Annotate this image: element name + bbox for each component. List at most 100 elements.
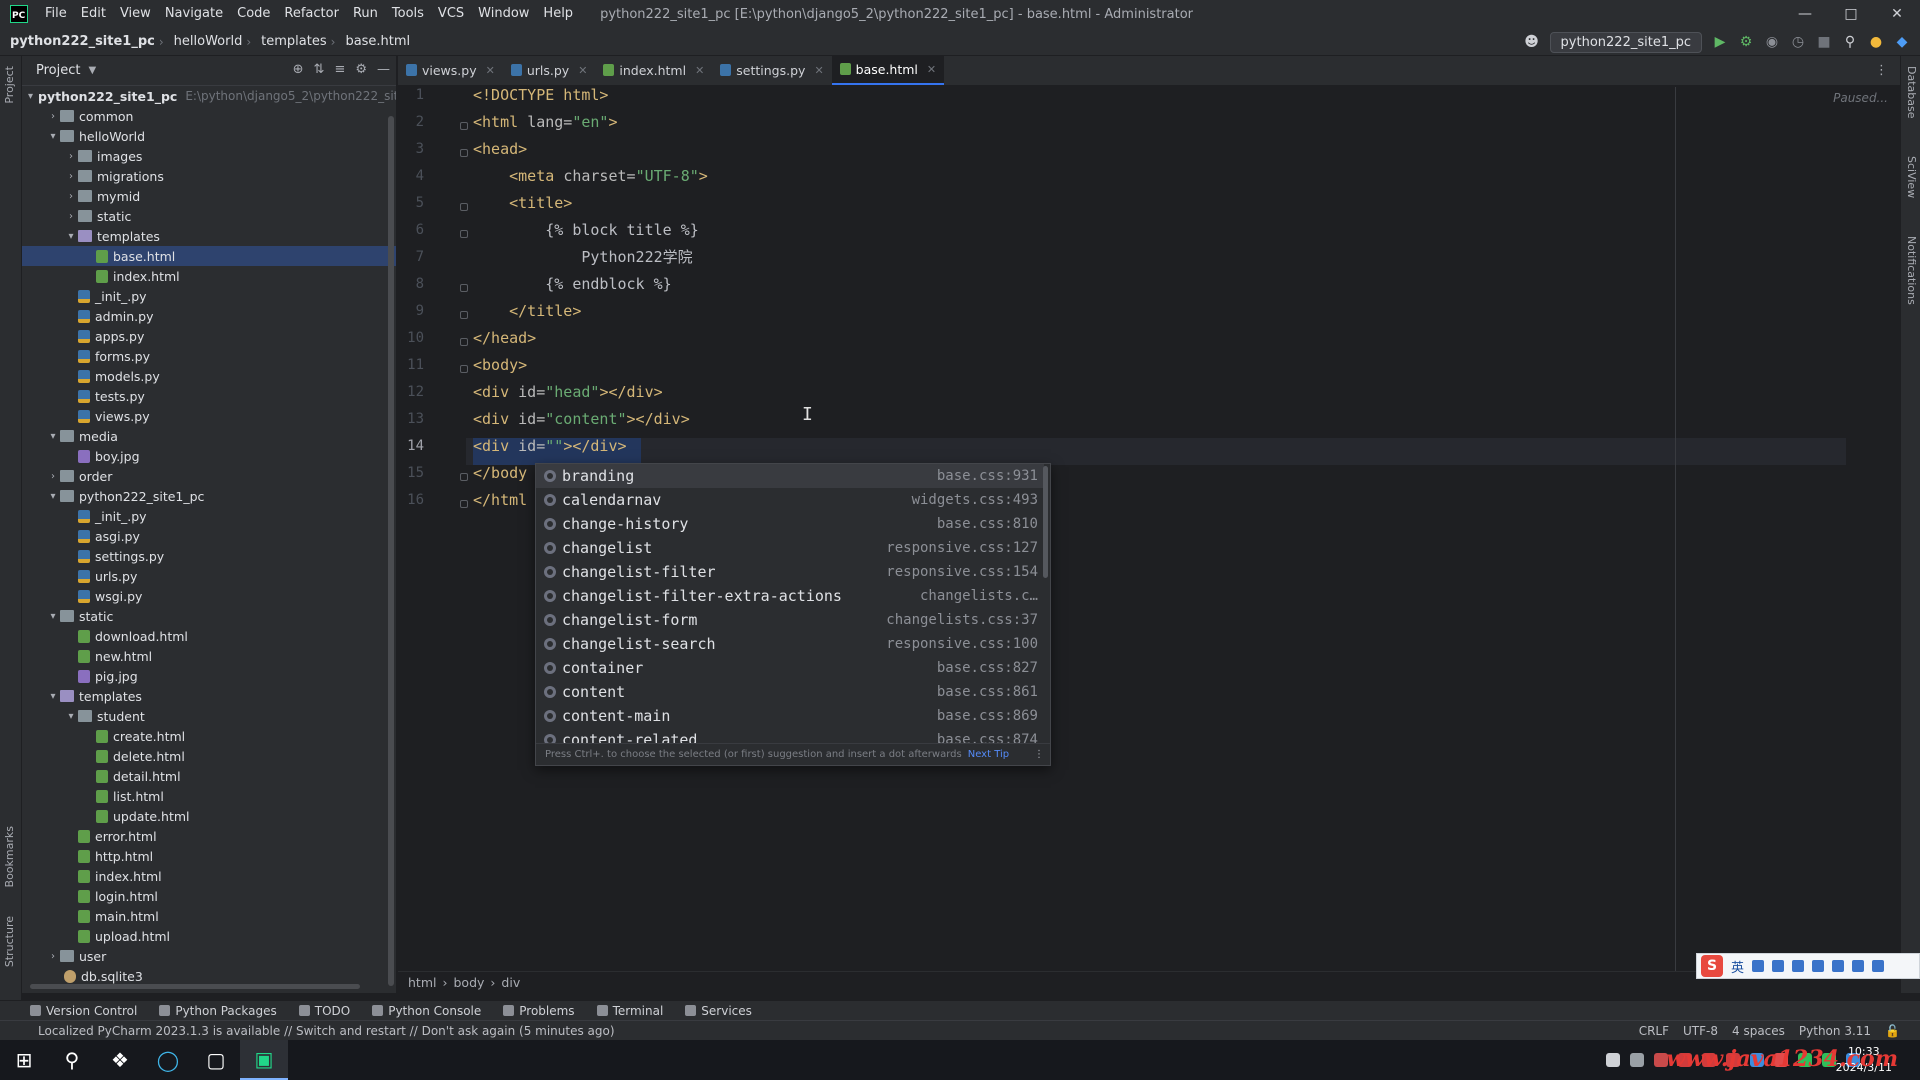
fold-marker-icon[interactable] xyxy=(460,365,468,373)
tree-file[interactable]: _init_.py xyxy=(22,506,396,526)
fold-marker-icon[interactable] xyxy=(460,122,468,130)
fold-marker-icon[interactable] xyxy=(460,284,468,292)
completion-item[interactable]: changelist responsive.css:127 xyxy=(536,536,1044,560)
more-vertical-icon[interactable]: ⋮ xyxy=(1875,63,1888,78)
encoding-widget[interactable]: UTF-8 xyxy=(1683,1024,1718,1038)
fold-marker-icon[interactable] xyxy=(460,230,468,238)
close-icon[interactable]: ✕ xyxy=(486,64,495,77)
fold-marker-icon[interactable] xyxy=(460,203,468,211)
menu-refactor[interactable]: Refactor xyxy=(277,0,346,28)
tree-folder[interactable]: › user xyxy=(22,946,396,966)
crumb-base-html[interactable]: base.html xyxy=(335,34,414,49)
completion-item[interactable]: container base.css:827 xyxy=(536,656,1044,680)
close-icon[interactable]: ✕ xyxy=(927,63,936,76)
skin-icon[interactable] xyxy=(1812,960,1825,972)
tree-file[interactable]: list.html xyxy=(22,786,396,806)
menu-code[interactable]: Code xyxy=(230,0,277,28)
completion-item[interactable]: content-related base.css:874 xyxy=(536,728,1044,744)
fold-marker-icon[interactable] xyxy=(460,338,468,346)
pycharm-taskbar-icon[interactable]: ▣ xyxy=(240,1040,288,1080)
windows-start-icon[interactable]: ⊞ xyxy=(0,1040,48,1080)
terminal-button[interactable]: Terminal xyxy=(596,1004,663,1018)
completion-item-selected[interactable]: branding base.css:931 xyxy=(536,464,1044,488)
sciview-toolwindow-button[interactable]: SciView xyxy=(1905,156,1918,198)
fold-marker-icon[interactable] xyxy=(460,500,468,508)
project-panel-title[interactable]: Project xyxy=(36,63,80,78)
completion-item[interactable]: changelist-filter responsive.css:154 xyxy=(536,560,1044,584)
user-icon[interactable]: ☻ xyxy=(1524,34,1540,50)
tree-folder[interactable]: › mymid xyxy=(22,186,396,206)
menu-run[interactable]: Run xyxy=(346,0,385,28)
completion-item[interactable]: changelist-search responsive.css:100 xyxy=(536,632,1044,656)
search-icon[interactable]: ⚲ xyxy=(1842,34,1858,50)
coverage-icon[interactable]: ◉ xyxy=(1764,34,1780,50)
tree-file[interactable]: upload.html xyxy=(22,926,396,946)
completion-item[interactable]: content base.css:861 xyxy=(536,680,1044,704)
toolbox-icon[interactable] xyxy=(1832,960,1845,972)
run-config-selector[interactable]: python222_site1_pc xyxy=(1549,31,1702,53)
more-vertical-icon[interactable]: ⋮ xyxy=(1034,749,1044,760)
ime-language[interactable]: 英 xyxy=(1731,957,1744,976)
tree-folder[interactable]: ▾ static xyxy=(22,606,396,626)
notifications-toolwindow-button[interactable]: Notifications xyxy=(1905,236,1918,305)
menu-vcs[interactable]: VCS xyxy=(431,0,471,28)
interpreter-widget[interactable]: Python 3.11 xyxy=(1799,1024,1871,1038)
project-scrollbar[interactable] xyxy=(388,116,394,986)
tree-file[interactable]: index.html xyxy=(22,866,396,886)
close-icon[interactable]: ✕ xyxy=(814,64,823,77)
microphone-icon[interactable] xyxy=(1630,1053,1644,1067)
fold-marker-icon[interactable] xyxy=(460,149,468,157)
lock-icon[interactable]: 🔓 xyxy=(1885,1024,1900,1038)
completion-item[interactable]: calendarnav widgets.css:493 xyxy=(536,488,1044,512)
project-toolwindow-button[interactable]: Project xyxy=(3,66,16,104)
tree-file[interactable]: error.html xyxy=(22,826,396,846)
crumb-templates[interactable]: templates xyxy=(251,34,330,49)
tree-folder[interactable]: ▾ media xyxy=(22,426,396,446)
fold-marker-icon[interactable] xyxy=(460,311,468,319)
indent-widget[interactable]: 4 spaces xyxy=(1732,1024,1785,1038)
tree-folder[interactable]: › migrations xyxy=(22,166,396,186)
tree-folder[interactable]: › static xyxy=(22,206,396,226)
project-horizontal-scrollbar[interactable] xyxy=(30,984,360,989)
tab-index-html[interactable]: index.html ✕ xyxy=(595,55,712,85)
expand-all-icon[interactable]: ⇅ xyxy=(314,62,325,77)
line-separator-widget[interactable]: CRLF xyxy=(1639,1024,1669,1038)
todo-button[interactable]: TODO xyxy=(298,1004,350,1018)
tree-file[interactable]: login.html xyxy=(22,886,396,906)
python-console-button[interactable]: Python Console xyxy=(372,1004,481,1018)
locate-icon[interactable]: ⊕ xyxy=(293,62,304,77)
tree-file[interactable]: main.html xyxy=(22,906,396,926)
tree-file[interactable]: index.html xyxy=(22,266,396,286)
microphone-icon[interactable] xyxy=(1772,960,1785,972)
menu-view[interactable]: View xyxy=(113,0,158,28)
stop-icon[interactable]: ■ xyxy=(1816,34,1832,50)
menu-window[interactable]: Window xyxy=(471,0,536,28)
tree-file[interactable]: new.html xyxy=(22,646,396,666)
task-view-icon[interactable]: ❖ xyxy=(96,1040,144,1080)
tree-file[interactable]: boy.jpg xyxy=(22,446,396,466)
breadcrumb-body[interactable]: body xyxy=(453,975,484,990)
menu-tools[interactable]: Tools xyxy=(385,0,431,28)
tree-folder[interactable]: ▾ student xyxy=(22,706,396,726)
chevron-up-icon[interactable] xyxy=(1606,1053,1620,1067)
grid-icon[interactable] xyxy=(1852,960,1865,972)
tree-file[interactable]: detail.html xyxy=(22,766,396,786)
tree-folder[interactable]: ▾ python222_site1_pc xyxy=(22,486,396,506)
tab-settings-py[interactable]: settings.py ✕ xyxy=(712,55,831,85)
run-icon[interactable]: ▶ xyxy=(1712,34,1728,50)
completion-item[interactable]: content-main base.css:869 xyxy=(536,704,1044,728)
crumb-helloworld[interactable]: helloWorld xyxy=(164,34,247,49)
tree-file[interactable]: models.py xyxy=(22,366,396,386)
tree-file[interactable]: create.html xyxy=(22,726,396,746)
tree-file[interactable]: update.html xyxy=(22,806,396,826)
status-message[interactable]: Localized PyCharm 2023.1.3 is available … xyxy=(38,1024,615,1038)
tree-folder[interactable]: › images xyxy=(22,146,396,166)
tree-file[interactable]: settings.py xyxy=(22,546,396,566)
ime-logo-icon[interactable]: S xyxy=(1701,955,1723,977)
tree-file[interactable]: db.sqlite3 xyxy=(22,966,396,986)
tab-views-py[interactable]: views.py ✕ xyxy=(398,55,503,85)
bookmarks-toolwindow-button[interactable]: Bookmarks xyxy=(3,826,16,887)
database-toolwindow-button[interactable]: Database xyxy=(1905,66,1918,119)
settings-icon[interactable] xyxy=(1872,960,1885,972)
edge-browser-icon[interactable]: ◯ xyxy=(144,1040,192,1080)
